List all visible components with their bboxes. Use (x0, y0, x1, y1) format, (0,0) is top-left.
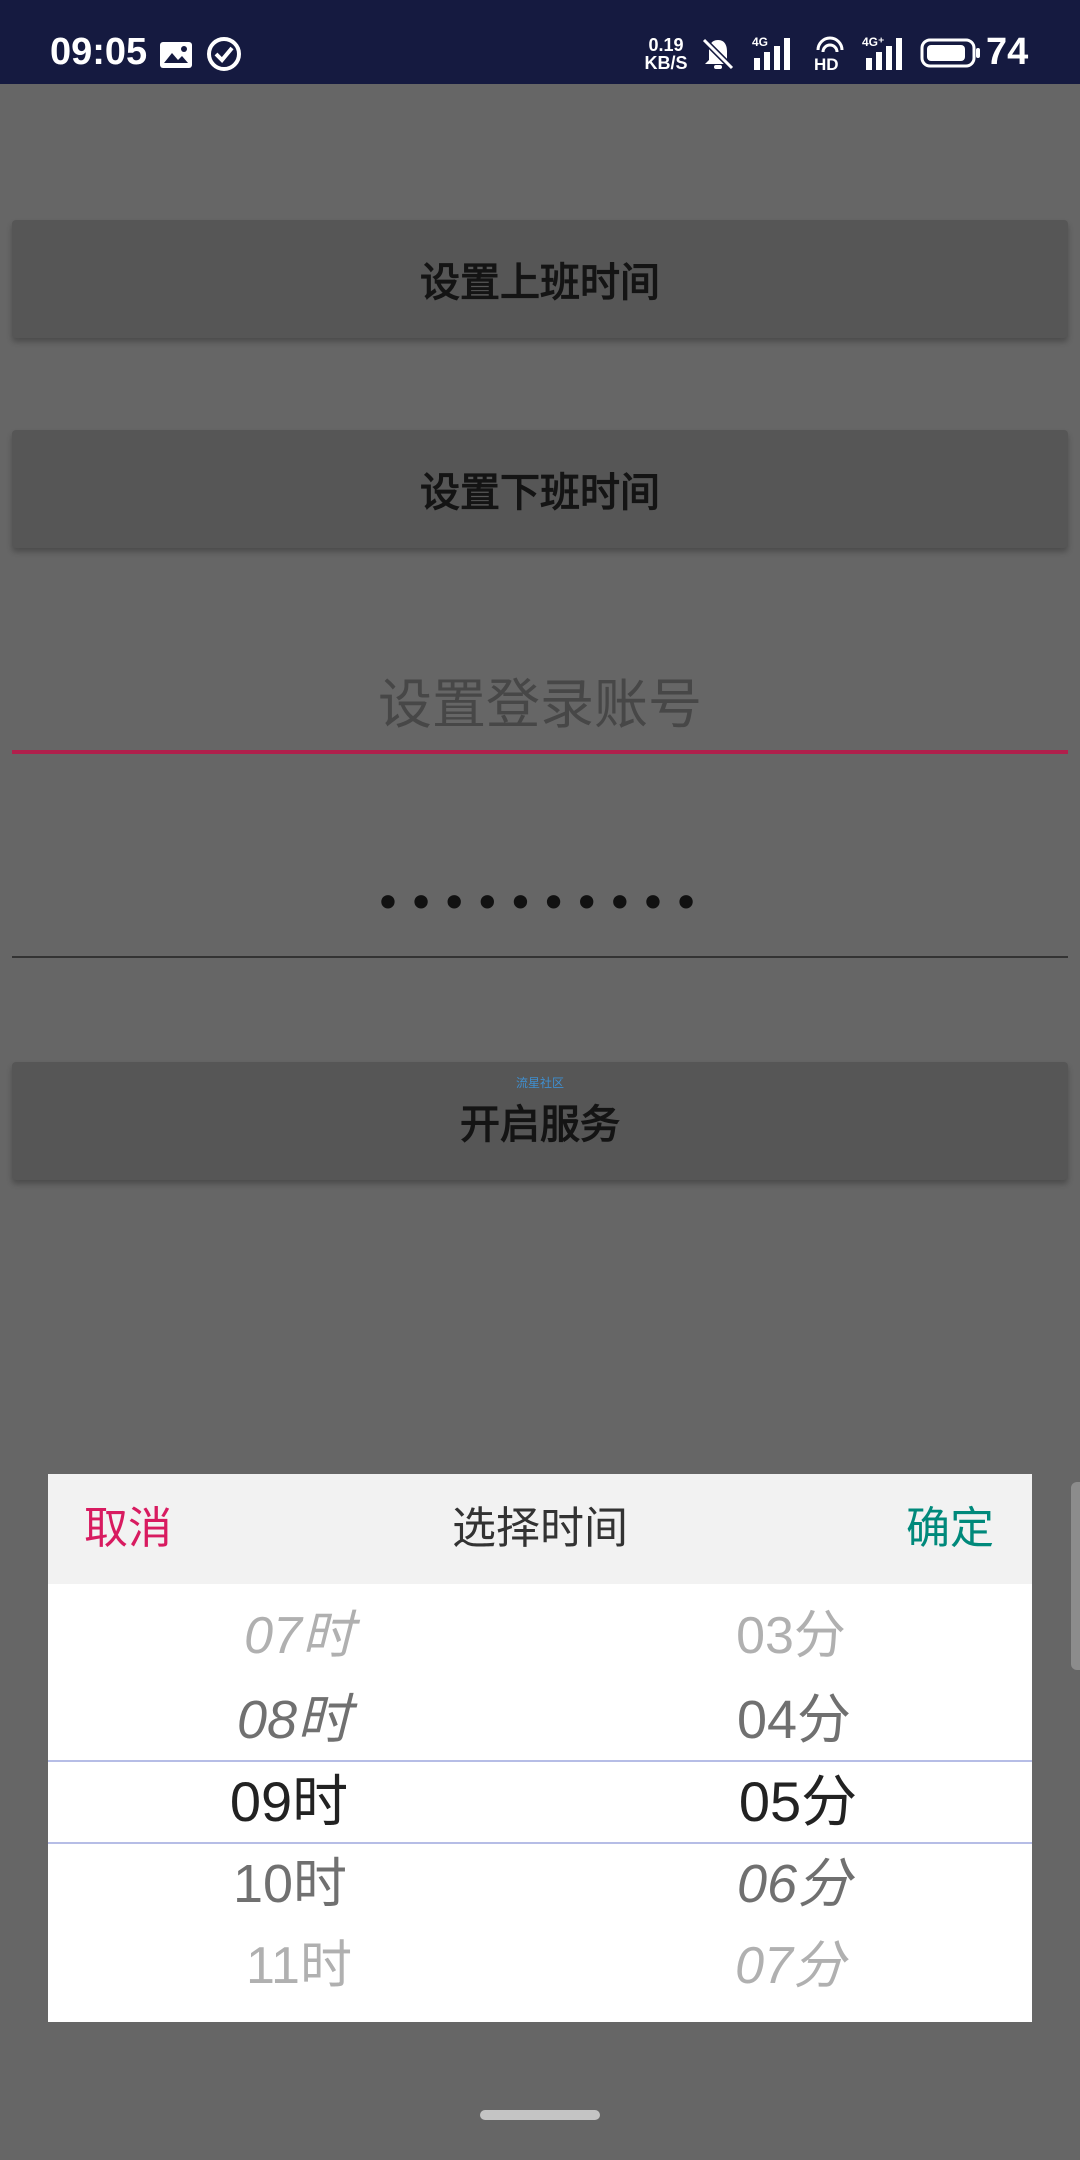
hour-item[interactable]: 11时 (48, 1924, 540, 2008)
hour-item[interactable]: 07时 (48, 1594, 540, 1678)
edge-scroll-handle[interactable] (1071, 1482, 1080, 1670)
start-service-label: 开启服务 (460, 1102, 620, 1148)
svg-text:4G: 4G (752, 35, 768, 49)
minute-item[interactable]: 04分 (540, 1678, 1032, 1762)
hour-item-selected[interactable]: 09时 (48, 1760, 540, 1844)
svg-text:HD: HD (814, 55, 839, 72)
account-input-placeholder: 设置登录账号 (378, 672, 702, 736)
time-picker-dialog: 选择时间 取消 确定 07时 08时 09时 10时 11时 03分 04分 0… (48, 1474, 1032, 2022)
cancel-button[interactable]: 取消 (84, 1474, 172, 1584)
set-start-time-button[interactable]: 设置上班时间 (12, 220, 1068, 338)
minute-item[interactable]: 06分 (540, 1842, 1032, 1926)
watermark-text: 流星社区 (515, 1076, 564, 1090)
password-input-underline (12, 956, 1068, 958)
signal-4g-icon: 4G (752, 35, 790, 70)
account-input-underline (12, 750, 1068, 754)
network-speed: 0.19 KB/S (638, 36, 694, 72)
svg-text:4G⁺: 4G⁺ (862, 35, 884, 49)
minute-item[interactable]: 03分 (540, 1594, 1032, 1678)
set-end-time-button[interactable]: 设置下班时间 (12, 430, 1068, 548)
hour-item[interactable]: 08时 (48, 1678, 540, 1762)
battery-icon (920, 38, 980, 68)
minute-item-selected[interactable]: 05分 (540, 1760, 1032, 1844)
status-bar: 09:05 0.19 KB/S 4G HD 4G⁺ 74 (0, 0, 1080, 84)
network-speed-unit: KB/S (644, 53, 688, 73)
image-icon (160, 42, 192, 68)
battery-level: 74 (986, 31, 1029, 73)
confirm-button[interactable]: 确定 (906, 1474, 994, 1584)
dialog-title: 选择时间 (452, 1503, 628, 1554)
start-service-button[interactable]: 流星社区 开启服务 (12, 1062, 1068, 1180)
mute-bell-icon (701, 37, 735, 71)
signal-4g-plus-icon: 4G⁺ (862, 35, 902, 70)
minute-wheel[interactable]: 03分 04分 05分 06分 07分 (540, 1584, 1032, 2022)
hour-wheel[interactable]: 07时 08时 09时 10时 11时 (48, 1584, 540, 2022)
hd-icon: HD (814, 36, 844, 72)
hour-item[interactable]: 10时 (48, 1842, 540, 1926)
password-input[interactable]: •••••••••• (12, 848, 1068, 958)
minute-item[interactable]: 07分 (540, 1924, 1032, 2008)
check-circle-icon (207, 37, 241, 71)
password-input-value: •••••••••• (374, 876, 706, 930)
dialog-header: 选择时间 取消 确定 (48, 1474, 1032, 1584)
status-time: 09:05 (50, 31, 148, 73)
account-input[interactable]: 设置登录账号 (12, 644, 1068, 754)
network-speed-value: 0.19 (648, 35, 684, 55)
gesture-bar[interactable] (480, 2110, 600, 2120)
